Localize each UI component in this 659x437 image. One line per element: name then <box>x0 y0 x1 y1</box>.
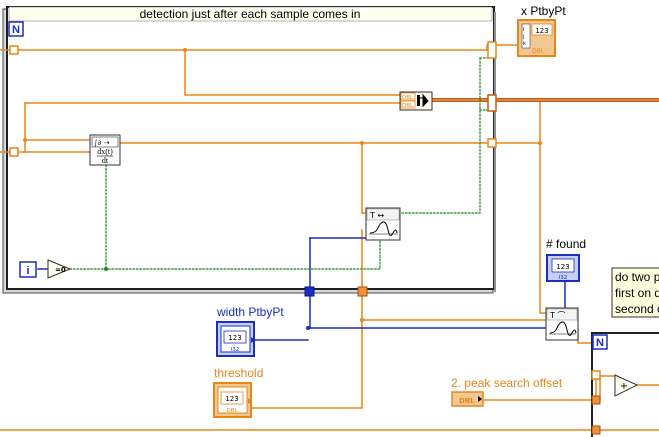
loop-count-label: N <box>12 24 20 36</box>
add-node[interactable]: + <box>614 374 639 397</box>
comment-box[interactable]: do two p first on d second c <box>611 267 659 318</box>
left-tunnel-1[interactable] <box>9 45 19 55</box>
bottom-tunnel-int[interactable] <box>304 286 315 297</box>
for-loop-tunnel-1[interactable] <box>591 370 601 380</box>
found-indicator[interactable]: # found 123 I32 <box>546 237 586 282</box>
build-array-tag-1: DBL <box>402 95 414 101</box>
x-ptbypt-type: DBL <box>532 48 545 55</box>
threshold-type: DBL <box>226 408 238 414</box>
iteration-terminal[interactable]: i <box>19 261 37 278</box>
derivative-denominator: dt <box>102 156 109 165</box>
right-tunnel-array[interactable] <box>487 94 497 112</box>
iteration-label: i <box>26 265 29 277</box>
block-diagram: detection just after each sample comes i… <box>0 4 659 437</box>
svg-text:T ⌒: T ⌒ <box>549 311 565 320</box>
right-tunnel-1[interactable] <box>487 41 497 59</box>
comment-line-2: first on d <box>615 286 659 300</box>
threshold-control[interactable]: threshold 123 DBL <box>213 366 263 418</box>
svg-text:i: i <box>523 27 524 33</box>
svg-text:j: j <box>522 34 524 40</box>
width-ptbypt-value: 123 <box>228 334 241 342</box>
for-loop-tunnel-3[interactable] <box>591 425 601 435</box>
build-array-tag-2: DBL <box>402 103 414 109</box>
width-ptbypt-control[interactable]: width PtbyPt 123 I32 <box>216 305 284 357</box>
add-label: + <box>620 381 628 392</box>
svg-text:∫∂ ⇢: ∫∂ ⇢ <box>94 139 109 147</box>
found-type: I32 <box>559 275 568 281</box>
comment-line-3: second c <box>615 302 659 316</box>
peak-search-offset-label: 2. peak search offset <box>451 376 563 390</box>
x-ptbypt-value: 123 <box>535 27 548 35</box>
found-value: 123 <box>556 263 569 271</box>
x-ptbypt-indicator[interactable]: x PtbyPt i j k 123 DBL <box>517 4 566 57</box>
threshold-label: threshold <box>214 366 263 380</box>
left-tunnel-2[interactable] <box>9 147 19 157</box>
svg-text:T ↔: T ↔ <box>369 211 384 220</box>
equal-zero-label: =0 <box>55 266 66 274</box>
svg-text:k: k <box>523 41 526 47</box>
bottom-tunnel-dbl[interactable] <box>357 286 368 297</box>
derivative-ptbypt-node[interactable]: ∫∂ ⇢ dx(t) dt <box>89 134 121 166</box>
threshold-value: 123 <box>225 395 238 403</box>
for-loop-count-label: N <box>596 337 604 349</box>
build-array-node[interactable]: DBL DBL <box>399 91 433 111</box>
derivative-numerator: dx(t) <box>97 147 113 156</box>
loop-title: detection just after each sample comes i… <box>140 7 361 21</box>
for-loop-tunnel-2[interactable] <box>591 395 601 405</box>
peak-search-offset-type: DBL <box>459 397 475 405</box>
right-tunnel-3[interactable] <box>487 138 497 148</box>
x-ptbypt-label: x PtbyPt <box>521 4 566 18</box>
peak-detector-ptbypt-node[interactable]: T ↔ <box>365 207 401 241</box>
peak-detector-node[interactable]: T ⌒ <box>545 307 579 341</box>
found-label: # found <box>546 237 586 251</box>
width-ptbypt-type: I32 <box>231 347 240 353</box>
comment-line-1: do two p <box>615 270 659 284</box>
width-ptbypt-label: width PtbyPt <box>216 305 284 319</box>
peak-search-offset-control[interactable]: 2. peak search offset DBL <box>451 376 563 407</box>
